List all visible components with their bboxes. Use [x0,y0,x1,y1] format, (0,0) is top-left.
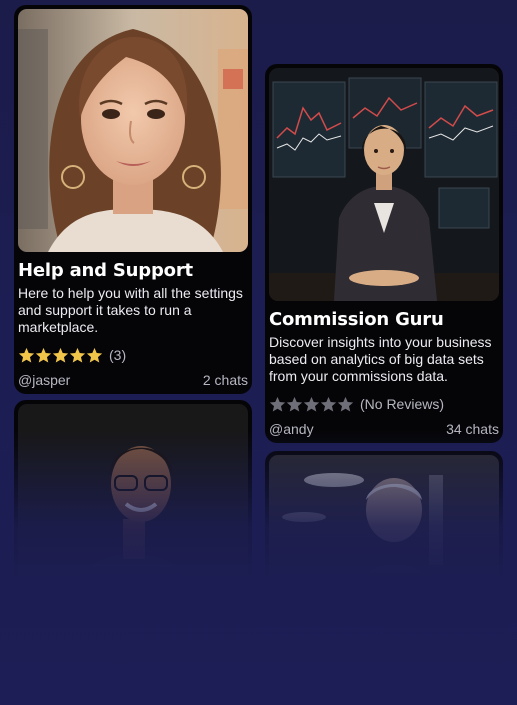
agent-description: Here to help you with all the settings a… [18,285,243,335]
star-icon [303,396,320,411]
agent-card-partial-right[interactable] [265,451,503,651]
star-icon [337,396,354,411]
author-handle[interactable]: @andy [269,421,314,437]
agent-card-help-and-support[interactable]: Help and Support Here to help you with a… [14,5,252,394]
star-rating: (No Reviews) [269,394,499,414]
chat-count: 2 chats [202,372,248,388]
star-rating: (3) [18,345,248,365]
author-handle[interactable]: @jasper [18,372,70,388]
star-icon [286,396,303,411]
star-icon [52,347,69,362]
agent-title: Help and Support [18,260,193,281]
agent-card-partial-left[interactable] [14,400,252,630]
review-count: (3) [109,347,127,363]
star-icon [320,396,337,411]
star-icon [18,347,35,362]
star-icon [86,347,103,362]
agent-portrait-image [269,68,499,301]
star-icon [69,347,86,362]
agent-portrait-image [269,455,499,647]
agent-description: Discover insights into your business bas… [269,334,492,384]
star-icon [35,347,52,362]
agent-title: Commission Guru [269,309,444,330]
review-count: (No Reviews) [360,396,445,412]
agent-portrait-image [18,404,248,626]
star-icon [269,396,286,411]
agent-portrait-image [18,9,248,252]
chat-count: 34 chats [446,421,499,437]
agent-card-commission-guru[interactable]: Commission Guru Discover insights into y… [265,64,503,443]
